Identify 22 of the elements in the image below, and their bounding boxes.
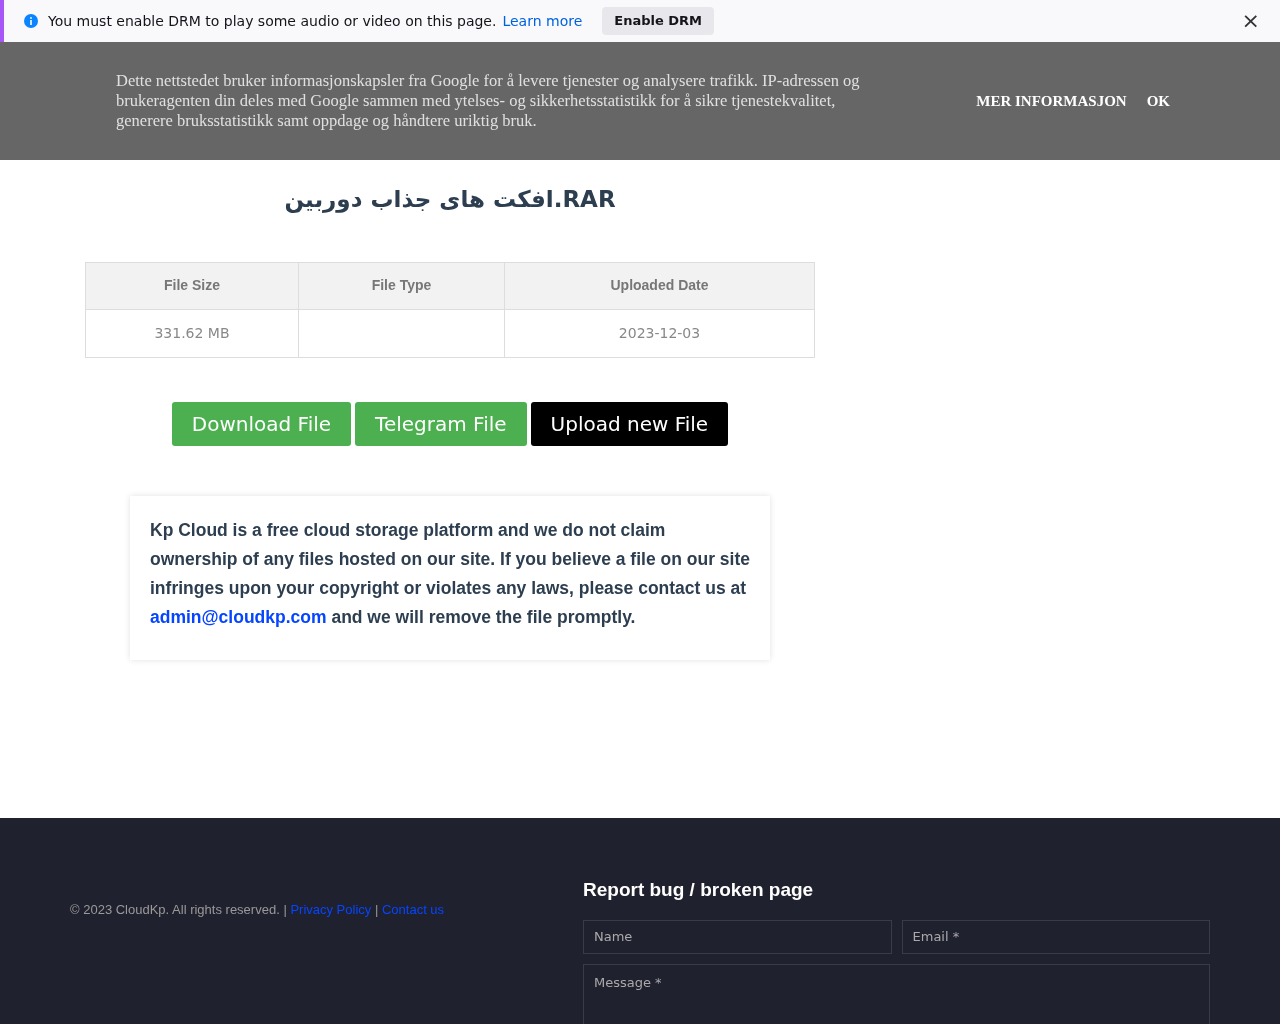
table-cell: 331.62 MB xyxy=(85,309,299,357)
table-cell: 2023-12-03 xyxy=(504,309,815,357)
learn-more-link[interactable]: Learn more xyxy=(502,10,583,32)
close-button[interactable]: × xyxy=(1241,10,1260,32)
column-header: File Type xyxy=(298,262,505,309)
email-link[interactable]: admin@cloudkp.com xyxy=(150,606,327,627)
disclaimer-text: Kp Cloud is a free cloud storage platform and we do not claim ownership of any files hosted on our site. If you believe a file on our site infringes upon your copyright or violates any laws, please contact us at admin@cloudkp.com and we will remove the file promptly. xyxy=(150,518,750,629)
info-icon xyxy=(24,14,38,28)
input-field[interactable]: Email * xyxy=(901,919,1210,954)
notification-message: You must enable DRM to play some audio or video on this page. xyxy=(48,11,497,31)
file-button[interactable]: Upload new File xyxy=(530,401,729,446)
enable-drm-button[interactable]: Enable DRM xyxy=(602,7,715,35)
column-header: File Size xyxy=(85,262,299,309)
copyright-text: © 2023 CloudKp. All rights reserved. | Privacy Policy | Contact us xyxy=(70,901,446,919)
input-field[interactable]: Name xyxy=(583,919,892,954)
column-header: Uploaded Date xyxy=(504,262,815,309)
cookie-notice: Dette nettstedet bruker informasjonskapsler fra Google for å levere tjenester og analysere trafikk. IP-adressen og brukeragenten din deles med Google sammen med ytelses- og sikkerhetsstatistikk for å sikre tjenestekvalitet, generere bruksstatistikk samt oppdage og håndtere uriktig bruk. xyxy=(116,71,861,131)
file-title: افکت های جذاب دوربین.RAR xyxy=(283,185,617,215)
cookie-button[interactable]: MER INFORMASJON xyxy=(976,89,1127,113)
message-field[interactable]: Message * xyxy=(583,963,1210,1024)
cookie-button[interactable]: OK xyxy=(1146,89,1170,113)
report-title: Report bug / broken page xyxy=(583,878,815,902)
